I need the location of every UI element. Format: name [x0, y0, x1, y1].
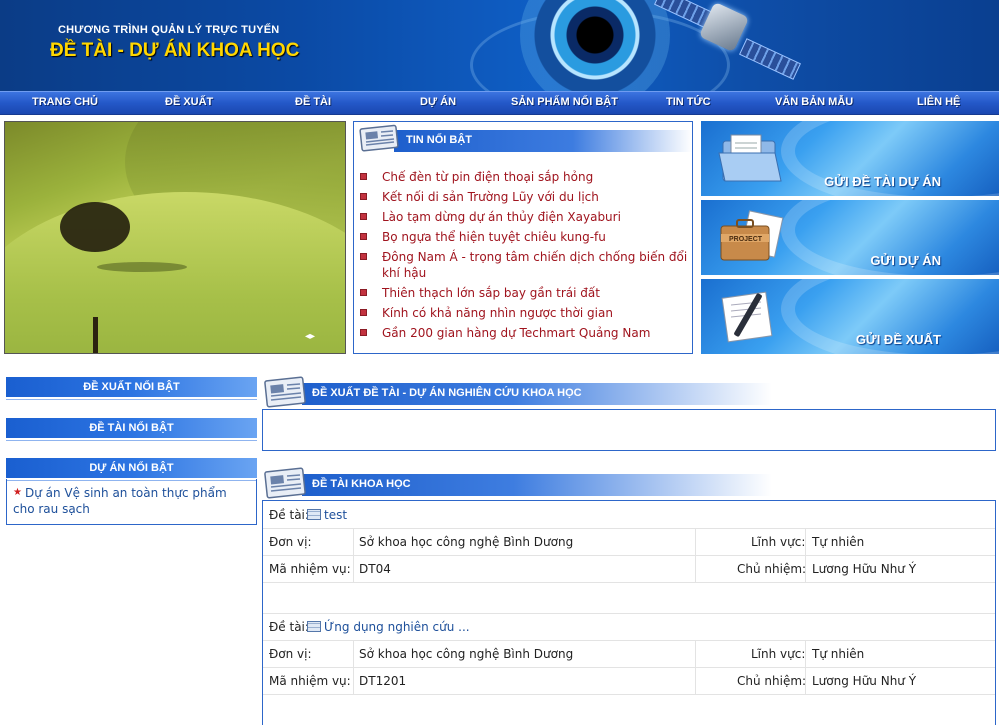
topic-label: Đề tài:: [269, 508, 309, 522]
nav-news[interactable]: TIN TỨC: [666, 96, 711, 108]
unit-label: Đơn vị:: [269, 647, 312, 661]
code-label: Mã nhiệm vụ:: [269, 674, 351, 688]
topics-section-title: ĐỀ TÀI KHOA HỌC: [312, 478, 411, 490]
news-item[interactable]: Kết nối di sản Trường Lũy với du lịch: [358, 189, 688, 205]
nav-featured-products[interactable]: SẢN PHẨM NỔI BẬT: [511, 96, 618, 108]
featured-projects-box: ★ Dự án Vệ sinh an toàn thực phẩm cho ra…: [6, 479, 257, 525]
table-row: Đơn vị: Sở khoa học công nghệ Bình Dương…: [263, 641, 995, 668]
leader-value: Lương Hữu Như Ý: [812, 674, 917, 688]
unit-label: Đơn vị:: [269, 535, 312, 549]
nav-templates[interactable]: VĂN BẢN MẪU: [775, 96, 853, 108]
site-header: CHƯƠNG TRÌNH QUẢN LÝ TRỰC TUYẾN ĐỀ TÀI -…: [0, 0, 999, 91]
newspaper-icon: [262, 466, 310, 500]
submit-topic-project-label: GỬI ĐỀ TÀI DỰ ÁN: [824, 174, 941, 189]
submit-topic-project-banner[interactable]: GỬI ĐỀ TÀI DỰ ÁN: [701, 121, 999, 196]
featured-project-link[interactable]: Dự án Vệ sinh an toàn thực phẩm cho rau …: [13, 485, 249, 517]
news-item[interactable]: Lào tạm dừng dự án thủy điện Xayaburi: [358, 209, 688, 225]
sidebar-featured-proposals[interactable]: ĐỀ XUẤT NỔI BẬT: [6, 377, 257, 399]
topics-section-header: ĐỀ TÀI KHOA HỌC: [262, 466, 772, 500]
table-icon: [307, 621, 321, 632]
bullet-icon: [360, 289, 367, 296]
header-subtitle: CHƯƠNG TRÌNH QUẢN LÝ TRỰC TUYẾN: [58, 24, 280, 36]
news-item[interactable]: Chế đèn từ pin điện thoại sắp hỏng: [358, 169, 688, 185]
sidebar-featured-projects[interactable]: DỰ ÁN NỔI BẬT: [6, 458, 257, 480]
news-list: Chế đèn từ pin điện thoại sắp hỏng Kết n…: [358, 169, 688, 345]
sidebar-featured-topics[interactable]: ĐỀ TÀI NỔI BẬT: [6, 418, 257, 440]
topic-link[interactable]: test: [307, 508, 347, 522]
slideshow-image: ◂▸: [4, 121, 346, 354]
nav-projects[interactable]: DỰ ÁN: [420, 96, 456, 108]
table-row: Mã nhiệm vụ: DT04 Chủ nhiệm: Lương Hữu N…: [263, 556, 995, 583]
submit-project-label: GỬI DỰ ÁN: [870, 253, 941, 268]
leader-label: Chủ nhiệm:: [737, 562, 807, 576]
header-title: ĐỀ TÀI - DỰ ÁN KHOA HỌC: [50, 40, 300, 61]
nav-proposals[interactable]: ĐỀ XUẤT: [165, 96, 213, 108]
slideshow-nav-arrows-icon[interactable]: ◂▸: [305, 331, 315, 342]
nav-contact[interactable]: LIÊN HỆ: [917, 96, 960, 108]
field-value: Tự nhiên: [812, 647, 865, 661]
code-label: Mã nhiệm vụ:: [269, 562, 351, 576]
nav-topics[interactable]: ĐỀ TÀI: [295, 96, 331, 108]
submit-proposal-banner[interactable]: GỬI ĐỀ XUẤT: [701, 279, 999, 354]
table-row: Mã nhiệm vụ: DT1201 Chủ nhiệm: Lương Hữu…: [263, 668, 995, 695]
proposals-section-header: ĐỀ XUẤT ĐỀ TÀI - DỰ ÁN NGHIÊN CỨU KHOA H…: [262, 375, 772, 409]
news-item[interactable]: Thiên thạch lớn sắp bay gần trái đất: [358, 285, 688, 301]
featured-news-title: TIN NỔI BẬT: [406, 134, 472, 146]
field-value: Tự nhiên: [812, 535, 865, 549]
news-item[interactable]: Đông Nam Á - trọng tâm chiến dịch chống …: [358, 249, 688, 281]
table-icon: [307, 509, 321, 520]
code-value: DT1201: [359, 674, 407, 688]
leader-label: Chủ nhiệm:: [737, 674, 807, 688]
field-label: Lĩnh vực:: [751, 535, 806, 549]
featured-news-box: TIN NỔI BẬT Chế đèn từ pin điện thoại sắ…: [353, 121, 693, 354]
proposals-section-title: ĐỀ XUẤT ĐỀ TÀI - DỰ ÁN NGHIÊN CỨU KHOA H…: [312, 387, 582, 399]
briefcase-icon: PROJECT: [715, 210, 785, 264]
table-row: Đơn vị: Sở khoa học công nghệ Bình Dương…: [263, 529, 995, 556]
news-item[interactable]: Bọ ngựa thể hiện tuyệt chiêu kung-fu: [358, 229, 688, 245]
project-tag-text: PROJECT: [729, 236, 763, 243]
satellite-graphic: [654, 0, 801, 80]
spacer-row: [263, 583, 995, 614]
code-value: DT04: [359, 562, 391, 576]
pen-paper-icon: [715, 289, 785, 343]
topic-link[interactable]: Ứng dụng nghiên cứu ...: [307, 620, 470, 634]
bullet-icon: [360, 309, 367, 316]
nav-home[interactable]: TRANG CHỦ: [32, 96, 98, 108]
bullet-icon: [360, 253, 367, 260]
topic-title-row: Đề tài: Ứng dụng nghiên cứu ...: [263, 614, 995, 641]
newspaper-icon: [358, 124, 402, 152]
featured-news-header: TIN NỔI BẬT: [354, 122, 692, 152]
bullet-icon: [360, 329, 367, 336]
news-item[interactable]: Kính có khả năng nhìn ngược thời gian: [358, 305, 688, 321]
submit-project-banner[interactable]: PROJECT GỬI DỰ ÁN: [701, 200, 999, 275]
folder-icon: [715, 131, 785, 185]
bullet-icon: [360, 233, 367, 240]
bullet-icon: [360, 193, 367, 200]
unit-value: Sở khoa học công nghệ Bình Dương: [359, 647, 574, 661]
submit-proposal-label: GỬI ĐỀ XUẤT: [855, 332, 941, 347]
field-label: Lĩnh vực:: [751, 647, 806, 661]
bullet-icon: [360, 173, 367, 180]
proposals-section-body: [262, 409, 996, 451]
bullet-icon: [360, 213, 367, 220]
topic-title-row: Đề tài: test: [263, 502, 995, 529]
unit-value: Sở khoa học công nghệ Bình Dương: [359, 535, 574, 549]
leader-value: Lương Hữu Như Ý: [812, 562, 917, 576]
topic-label: Đề tài:: [269, 620, 309, 634]
eye-graphic: [520, 0, 670, 91]
main-nav: TRANG CHỦ ĐỀ XUẤT ĐỀ TÀI DỰ ÁN SẢN PHẨM …: [0, 91, 999, 115]
news-item[interactable]: Gần 200 gian hàng dự Techmart Quảng Nam: [358, 325, 688, 341]
newspaper-icon: [262, 375, 310, 409]
